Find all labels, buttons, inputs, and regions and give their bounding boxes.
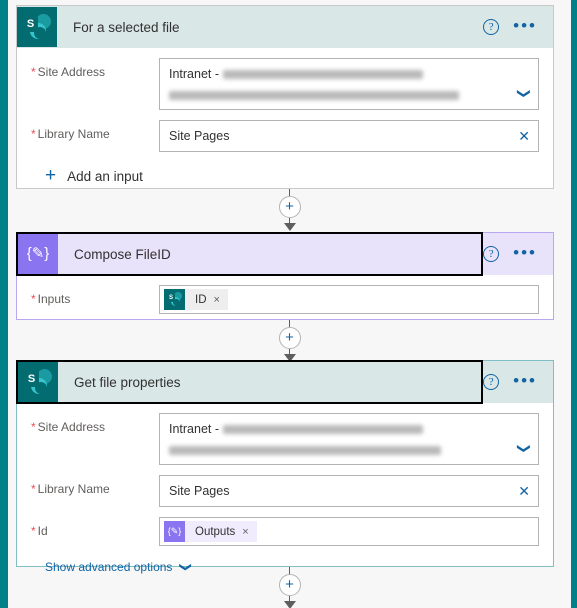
- sharepoint-icon: S: [164, 289, 185, 310]
- card-title: For a selected file: [73, 19, 180, 35]
- library-name-value: Site Pages: [169, 129, 230, 143]
- redacted-text: [222, 425, 423, 435]
- field-label-text: Library Name: [37, 127, 110, 141]
- clear-x-icon[interactable]: ✕: [518, 129, 530, 143]
- field-label: * Id: [31, 517, 159, 538]
- help-icon[interactable]: ?: [483, 374, 500, 390]
- token-chip-label: Outputs: [195, 525, 236, 538]
- field-label: * Inputs: [31, 285, 159, 306]
- more-options-icon[interactable]: •••: [513, 244, 537, 261]
- card-header-actions: ? •••: [483, 17, 553, 35]
- sharepoint-icon: S: [17, 7, 57, 47]
- card-title: Get file properties: [74, 374, 181, 390]
- field-label: * Library Name: [31, 120, 159, 141]
- required-marker: *: [31, 420, 36, 434]
- site-address-input[interactable]: Intranet - ❯: [159, 58, 539, 110]
- flow-card-compose-fileid[interactable]: {✎} Compose FileID ? ••• * Inputs S ID ×: [16, 232, 554, 320]
- chevron-down-icon[interactable]: ❯: [517, 443, 532, 454]
- card-header[interactable]: S For a selected file ? •••: [17, 6, 553, 48]
- flow-designer-canvas: S For a selected file ? ••• * Site Addres…: [8, 0, 571, 608]
- field-label-text: Id: [37, 524, 48, 538]
- designer-frame: S For a selected file ? ••• * Site Addres…: [0, 0, 577, 608]
- card-header-main[interactable]: S For a selected file: [17, 6, 483, 48]
- connector-2: +: [8, 320, 571, 362]
- field-library-name: * Library Name Site Pages ✕: [31, 120, 539, 152]
- redacted-text: [169, 90, 459, 100]
- card-header-actions: ? •••: [483, 244, 553, 262]
- library-name-value: Site Pages: [169, 484, 230, 498]
- sharepoint-icon-letter: S: [167, 294, 175, 302]
- token-chip-outputs[interactable]: {✎} Outputs ×: [164, 521, 257, 542]
- field-inputs: * Inputs S ID ×: [31, 285, 539, 314]
- help-icon[interactable]: ?: [483, 246, 500, 262]
- field-id: * Id {✎} Outputs ×: [31, 517, 539, 546]
- flow-arrow: [283, 601, 297, 608]
- card-title: Compose FileID: [74, 246, 171, 262]
- field-label: * Site Address: [31, 58, 159, 79]
- compose-icon-glyph: {✎}: [26, 245, 50, 262]
- required-marker: *: [31, 65, 36, 79]
- card-header[interactable]: S Get file properties ? •••: [16, 360, 553, 404]
- compose-icon: {✎}: [164, 521, 185, 542]
- more-options-icon[interactable]: •••: [513, 17, 537, 34]
- token-remove-icon[interactable]: ×: [242, 526, 256, 538]
- token-chip-label: ID: [195, 293, 207, 306]
- sharepoint-icon-letter: S: [23, 17, 38, 32]
- sharepoint-icon-letter: S: [24, 372, 39, 387]
- inputs-input[interactable]: S ID ×: [159, 285, 539, 314]
- card-header-main[interactable]: {✎} Compose FileID: [16, 232, 484, 276]
- field-label-text: Inputs: [37, 292, 71, 306]
- insert-step-button[interactable]: +: [278, 327, 301, 349]
- required-marker: *: [31, 482, 36, 496]
- add-an-input-button[interactable]: + Add an input: [31, 162, 539, 186]
- token-chip-id[interactable]: S ID ×: [164, 289, 228, 310]
- insert-step-button[interactable]: +: [278, 196, 301, 218]
- flow-arrow: [283, 223, 297, 231]
- card-body: * Site Address Intranet - ❯ * Library Na…: [17, 48, 553, 198]
- help-icon[interactable]: ?: [483, 19, 500, 35]
- more-options-icon[interactable]: •••: [513, 372, 537, 389]
- compose-icon-glyph: {✎}: [167, 526, 182, 536]
- required-marker: *: [31, 127, 36, 141]
- redacted-text: [169, 445, 441, 455]
- flow-card-get-file-properties[interactable]: S Get file properties ? ••• * Site Addres…: [16, 360, 554, 574]
- card-body: * Site Address Intranet - ❯ * Library Na…: [17, 403, 553, 586]
- token-remove-icon[interactable]: ×: [214, 294, 228, 306]
- site-address-value-prefix: Intranet -: [169, 67, 220, 81]
- id-input[interactable]: {✎} Outputs ×: [159, 517, 539, 546]
- site-address-value-prefix: Intranet -: [169, 422, 220, 436]
- site-address-input[interactable]: Intranet - ❯: [159, 413, 539, 465]
- required-marker: *: [31, 292, 36, 306]
- field-label: * Site Address: [31, 413, 159, 434]
- required-marker: *: [31, 524, 36, 538]
- chevron-down-icon[interactable]: ❯: [517, 88, 532, 99]
- redacted-text: [222, 70, 423, 80]
- card-header[interactable]: {✎} Compose FileID ? •••: [16, 232, 553, 276]
- library-name-input[interactable]: Site Pages ✕: [159, 475, 539, 507]
- plus-icon: +: [45, 165, 57, 186]
- card-header-actions: ? •••: [483, 372, 553, 390]
- compose-icon: {✎}: [18, 234, 58, 274]
- insert-step-button[interactable]: +: [278, 574, 301, 596]
- connector-1: +: [8, 189, 571, 231]
- field-label: * Library Name: [31, 475, 159, 496]
- field-library-name: * Library Name Site Pages ✕: [31, 475, 539, 507]
- field-label-text: Site Address: [37, 420, 106, 434]
- card-header-main[interactable]: S Get file properties: [16, 360, 484, 404]
- field-label-text: Library Name: [37, 482, 110, 496]
- connector-3: +: [8, 567, 571, 608]
- add-an-input-label: Add an input: [67, 168, 143, 184]
- field-site-address: * Site Address Intranet - ❯: [31, 58, 539, 110]
- field-label-text: Site Address: [37, 65, 106, 79]
- library-name-input[interactable]: Site Pages ✕: [159, 120, 539, 152]
- clear-x-icon[interactable]: ✕: [518, 484, 530, 498]
- field-site-address: * Site Address Intranet - ❯: [31, 413, 539, 465]
- sharepoint-icon: S: [18, 362, 58, 402]
- flow-card-for-a-selected-file[interactable]: S For a selected file ? ••• * Site Addres…: [16, 5, 554, 189]
